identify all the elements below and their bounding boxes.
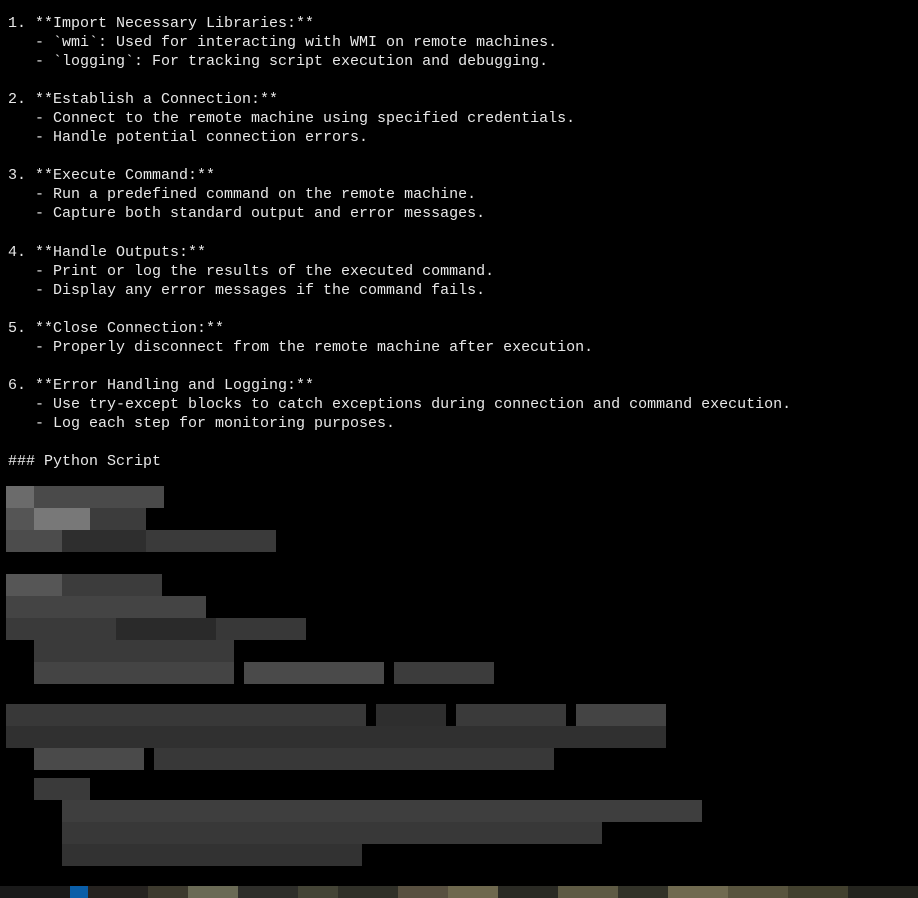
document-body: 1. **Import Necessary Libraries:** - `wm… xyxy=(0,0,918,471)
blurred-code-block xyxy=(6,478,786,876)
taskbar-peek xyxy=(0,886,918,898)
